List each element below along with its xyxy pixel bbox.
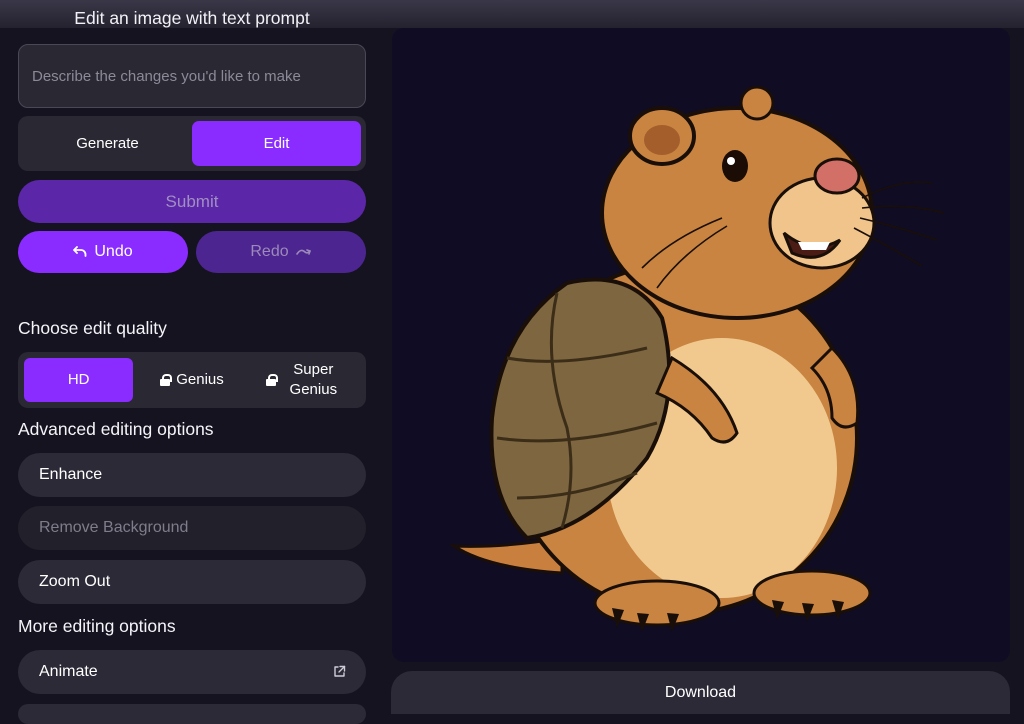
remove-background-button[interactable]: Remove Background: [18, 506, 366, 550]
quality-genius-label: Genius: [176, 371, 224, 388]
quality-super-genius-button[interactable]: Super Genius: [251, 358, 360, 402]
undo-icon: [73, 246, 87, 257]
generate-mode-button[interactable]: Generate: [23, 121, 192, 166]
image-editor-page: Edit an image with text prompt Generate …: [0, 0, 1024, 724]
edit-panel: Edit an image with text prompt Generate …: [18, 0, 366, 724]
panel-title: Edit an image with text prompt: [74, 8, 310, 28]
redo-button[interactable]: Redo: [196, 231, 366, 273]
prompt-input[interactable]: [18, 44, 366, 108]
next-option-button[interactable]: [18, 704, 366, 724]
quality-hd-button[interactable]: HD: [24, 358, 134, 402]
animate-button[interactable]: Animate: [18, 650, 366, 694]
quality-genius-button[interactable]: Genius: [137, 358, 246, 402]
lock-icon: [160, 374, 173, 386]
undo-label: Undo: [94, 243, 133, 260]
advanced-section-title: Advanced editing options: [18, 419, 214, 439]
quality-super-genius-label: Super Genius: [289, 361, 338, 398]
zoom-out-button[interactable]: Zoom Out: [18, 560, 366, 604]
capybara-image: [448, 85, 945, 632]
mode-toggle: Generate Edit: [18, 116, 366, 171]
lock-icon: [266, 374, 279, 386]
redo-label: Redo: [250, 243, 289, 260]
undo-button[interactable]: Undo: [18, 231, 188, 273]
quality-selector: HD Genius Super Genius: [18, 352, 366, 408]
quality-section-title: Choose edit quality: [18, 318, 167, 338]
external-link-icon: [334, 665, 346, 677]
enhance-button[interactable]: Enhance: [18, 453, 366, 497]
edit-mode-button[interactable]: Edit: [192, 121, 361, 166]
download-button[interactable]: Download: [391, 671, 1010, 714]
quality-hd-label: HD: [67, 371, 90, 388]
redo-icon: [295, 249, 311, 255]
image-canvas[interactable]: [392, 28, 1010, 662]
animate-label: Animate: [39, 663, 98, 680]
more-section-title: More editing options: [18, 616, 176, 636]
submit-button[interactable]: Submit: [18, 180, 366, 223]
